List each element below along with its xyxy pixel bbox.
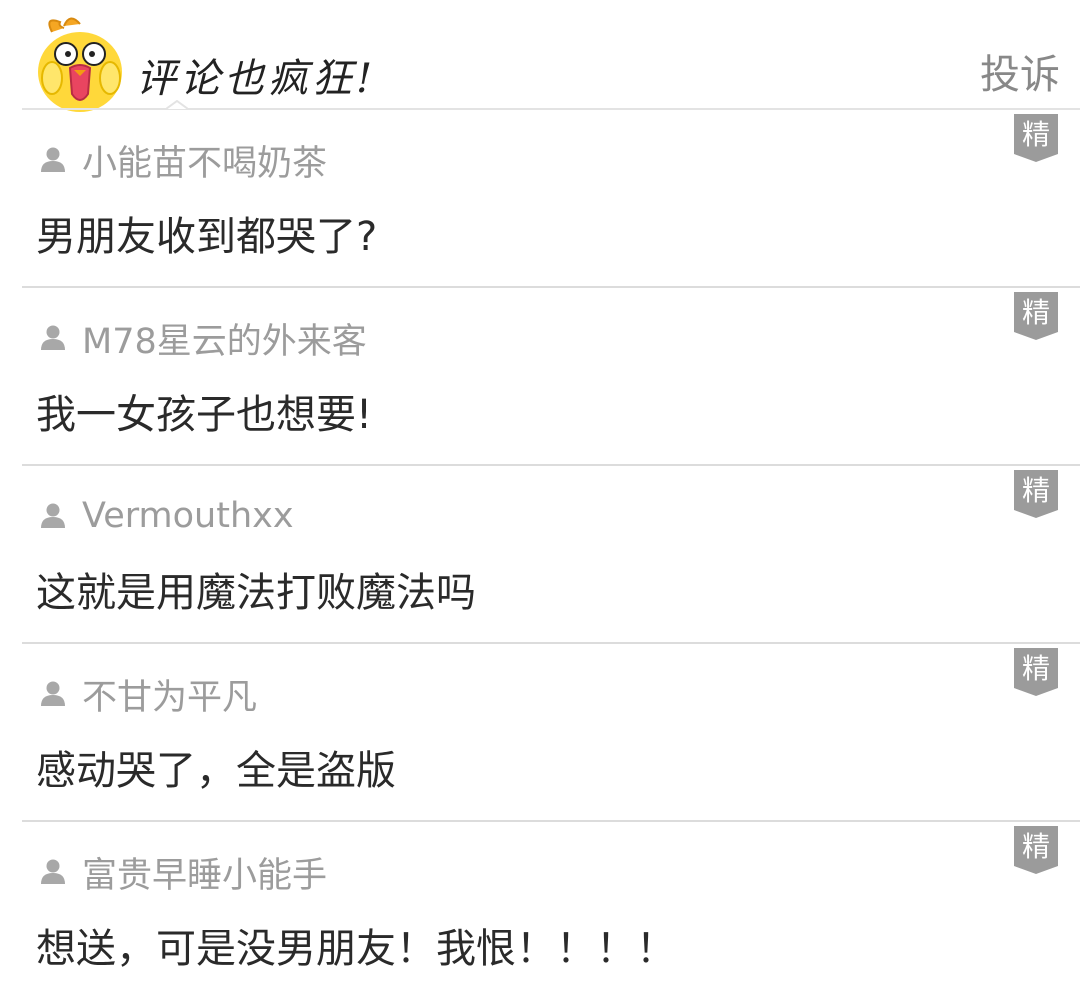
featured-badge-label: 精 [1021,118,1050,151]
featured-badge-label: 精 [1021,296,1050,329]
comment-user[interactable]: Vermouthxx [38,496,294,536]
featured-badge: 精 [1014,826,1058,876]
comment-item[interactable]: 精 M78星云的外来客 我一女孩子也想要! [0,288,1080,466]
comment-user[interactable]: 富贵早睡小能手 [38,852,327,896]
comment-item[interactable]: 精 富贵早睡小能手 想送，可是没男朋友！我恨！！！！ [0,822,1080,1000]
featured-badge: 精 [1014,470,1058,520]
section-title: 评论也疯狂! [136,56,377,102]
comment-text: 感动哭了，全是盗版 [36,748,396,794]
user-icon [41,147,65,172]
comments-header: 评论也疯狂! 投诉 [0,0,1080,112]
comment-item[interactable]: 精 不甘为平凡 感动哭了，全是盗版 [0,644,1080,822]
user-icon [41,503,65,528]
featured-badge-label: 精 [1021,830,1050,863]
user-icon [41,325,65,350]
username: 小能苗不喝奶茶 [82,143,328,184]
comment-text: 这就是用魔法打败魔法吗 [36,570,476,616]
comment-text: 我一女孩子也想要! [36,392,373,438]
featured-badge: 精 [1014,292,1058,342]
report-button[interactable]: 投诉 [980,42,1060,100]
username: M78星云的外来客 [82,321,367,362]
featured-badge: 精 [1014,648,1058,698]
comment-user[interactable]: 不甘为平凡 [38,674,257,718]
featured-badge: 精 [1014,114,1058,164]
comment-item[interactable]: 精 Vermouthxx 这就是用魔法打败魔法吗 [0,466,1080,644]
user-icon [41,681,65,706]
comment-item[interactable]: 精 小能苗不喝奶茶 男朋友收到都哭了? [0,110,1080,288]
comment-text: 男朋友收到都哭了? [36,214,378,260]
comment-list: 精 小能苗不喝奶茶 男朋友收到都哭了? 精 M78星云的外来客 我一女孩子也想要 [0,110,1080,1000]
comment-user[interactable]: M78星云的外来客 [38,318,367,362]
comment-user[interactable]: 小能苗不喝奶茶 [38,140,327,184]
featured-badge-label: 精 [1021,474,1050,507]
yellow-chick-mascot-icon [30,14,130,114]
featured-badge-label: 精 [1021,652,1050,685]
username: 富贵早睡小能手 [82,855,328,896]
comment-text: 想送，可是没男朋友！我恨！！！！ [36,926,676,972]
username: 不甘为平凡 [82,677,258,718]
username: Vermouthxx [82,496,294,536]
user-icon [41,859,65,884]
